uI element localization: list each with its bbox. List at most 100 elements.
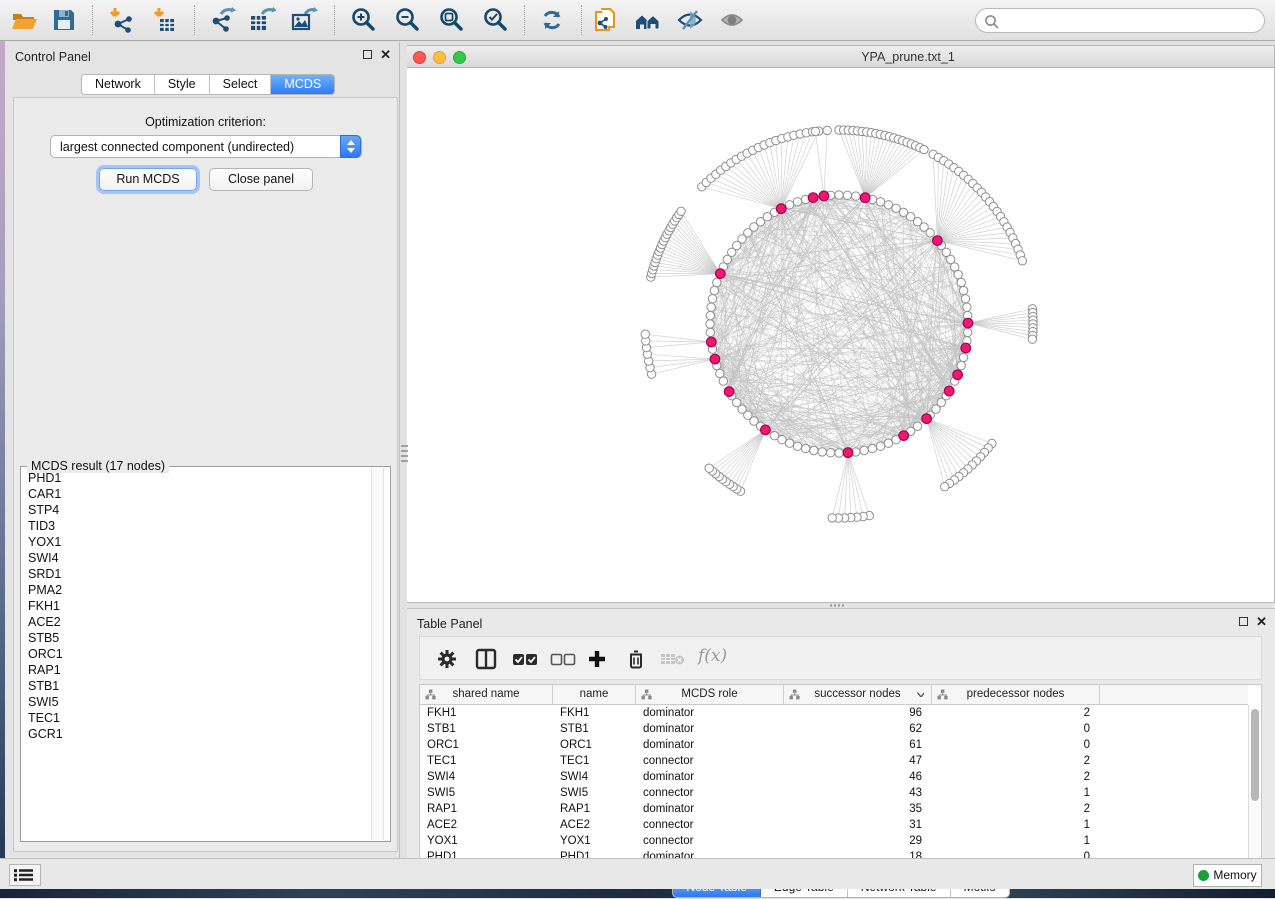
result-node-item[interactable]: PHD1: [28, 470, 370, 486]
graph-node[interactable]: [959, 286, 967, 294]
graph-node[interactable]: [843, 191, 851, 199]
graph-node[interactable]: [810, 446, 818, 454]
graph-hub-node[interactable]: [710, 354, 720, 364]
graph-node[interactable]: [708, 295, 716, 303]
result-node-item[interactable]: STB5: [28, 630, 370, 646]
mcds-result-scrollbar[interactable]: [371, 468, 384, 840]
graph-hub-node[interactable]: [808, 193, 818, 203]
result-node-item[interactable]: SWI5: [28, 694, 370, 710]
delete-column-icon[interactable]: [625, 648, 647, 670]
table-row[interactable]: RAP1RAP1dominator352: [420, 801, 1248, 817]
graph-node[interactable]: [961, 295, 969, 303]
import-network-icon[interactable]: [106, 6, 134, 34]
split-panel-icon[interactable]: [475, 648, 497, 670]
graph-node[interactable]: [852, 192, 860, 200]
search-input[interactable]: [1002, 10, 1257, 31]
graph-hub-node[interactable]: [961, 343, 971, 353]
result-node-item[interactable]: STP4: [28, 502, 370, 518]
graph-node[interactable]: [954, 270, 962, 278]
graph-node[interactable]: [860, 446, 868, 454]
graph-node[interactable]: [770, 432, 778, 440]
graph-node[interactable]: [951, 263, 959, 271]
table-row[interactable]: ACE2ACE2connector311: [420, 817, 1248, 833]
result-node-item[interactable]: YOX1: [28, 534, 370, 550]
graph-node[interactable]: [801, 444, 809, 452]
show-log-button[interactable]: [9, 864, 41, 886]
graph-hub-node[interactable]: [716, 269, 726, 279]
graph-hub-node[interactable]: [860, 193, 870, 203]
table-row[interactable]: FKH1FKH1dominator962: [420, 705, 1248, 721]
result-node-item[interactable]: ACE2: [28, 614, 370, 630]
column-header-predecessor-nodes[interactable]: predecessor nodes: [932, 685, 1100, 705]
result-node-item[interactable]: CAR1: [28, 486, 370, 502]
close-window-traffic-light[interactable]: [413, 51, 426, 64]
column-header-MCDS-role[interactable]: MCDS role: [636, 685, 784, 705]
show-graphics-icon[interactable]: [718, 6, 746, 34]
graph-hub-node[interactable]: [944, 386, 954, 396]
add-column-icon[interactable]: [586, 648, 608, 670]
optimization-criterion-select[interactable]: largest connected component (undirected): [50, 135, 362, 158]
graph-node[interactable]: [785, 439, 793, 447]
graph-node[interactable]: [964, 328, 972, 336]
result-node-item[interactable]: ORC1: [28, 646, 370, 662]
graph-hub-node[interactable]: [922, 414, 932, 424]
result-node-item[interactable]: GCR1: [28, 726, 370, 742]
graph-node[interactable]: [828, 514, 836, 522]
graph-node[interactable]: [1018, 257, 1026, 265]
graph-node[interactable]: [811, 127, 819, 135]
result-node-item[interactable]: SRD1: [28, 566, 370, 582]
result-node-item[interactable]: TID3: [28, 518, 370, 534]
graph-node[interactable]: [926, 229, 934, 237]
float-panel-icon[interactable]: [363, 50, 372, 59]
result-node-item[interactable]: SWI4: [28, 550, 370, 566]
graph-node[interactable]: [823, 126, 831, 134]
import-table-icon[interactable]: [150, 6, 178, 34]
hide-graphics-icon[interactable]: [676, 6, 704, 34]
graph-node[interactable]: [920, 145, 928, 153]
column-header-name[interactable]: name: [553, 685, 636, 705]
graph-node[interactable]: [957, 361, 965, 369]
close-panel-icon[interactable]: ✕: [380, 50, 391, 59]
zoom-in-icon[interactable]: [350, 6, 378, 34]
graph-node[interactable]: [785, 201, 793, 209]
open-file-icon[interactable]: [10, 6, 38, 34]
result-node-item[interactable]: PMA2: [28, 582, 370, 598]
graph-node[interactable]: [706, 328, 714, 336]
export-network-icon[interactable]: [208, 6, 236, 34]
graph-hub-node[interactable]: [776, 204, 786, 214]
float-panel-icon[interactable]: [1239, 617, 1248, 626]
minimize-window-traffic-light[interactable]: [433, 51, 446, 64]
table-row[interactable]: STB1STB1dominator620: [420, 721, 1248, 737]
memory-button[interactable]: Memory: [1193, 864, 1262, 887]
settings-icon[interactable]: [436, 648, 458, 670]
graph-hub-node[interactable]: [724, 387, 734, 397]
graph-node[interactable]: [707, 303, 715, 311]
graph-node[interactable]: [793, 198, 801, 206]
export-table-icon[interactable]: [248, 6, 276, 34]
graph-node[interactable]: [677, 207, 685, 215]
graph-node[interactable]: [713, 278, 721, 286]
maximize-window-traffic-light[interactable]: [453, 51, 466, 64]
table-row[interactable]: TEC1TEC1connector472: [420, 753, 1248, 769]
table-row[interactable]: ORC1ORC1dominator610: [420, 737, 1248, 753]
tab-mcds[interactable]: MCDS: [271, 75, 334, 94]
export-image-icon[interactable]: [290, 6, 318, 34]
graph-node[interactable]: [959, 353, 967, 361]
select-all-icon[interactable]: [512, 651, 534, 673]
result-node-item[interactable]: RAP1: [28, 662, 370, 678]
zoom-selected-icon[interactable]: [482, 6, 510, 34]
graph-hub-node[interactable]: [933, 236, 943, 246]
close-panel-icon[interactable]: ✕: [1256, 617, 1267, 626]
graph-node[interactable]: [957, 278, 965, 286]
tab-select[interactable]: Select: [210, 75, 272, 94]
zoom-fit-icon[interactable]: [438, 6, 466, 34]
result-node-item[interactable]: STB1: [28, 678, 370, 694]
graph-node[interactable]: [876, 442, 884, 450]
graph-hub-node[interactable]: [953, 370, 963, 380]
copy-network-icon[interactable]: [592, 6, 620, 34]
save-session-icon[interactable]: [50, 6, 78, 34]
table-scrollbar-thumb[interactable]: [1251, 709, 1259, 801]
run-mcds-button[interactable]: Run MCDS: [99, 168, 197, 191]
tab-style[interactable]: Style: [155, 75, 210, 94]
table-row[interactable]: YOX1YOX1connector291: [420, 833, 1248, 849]
